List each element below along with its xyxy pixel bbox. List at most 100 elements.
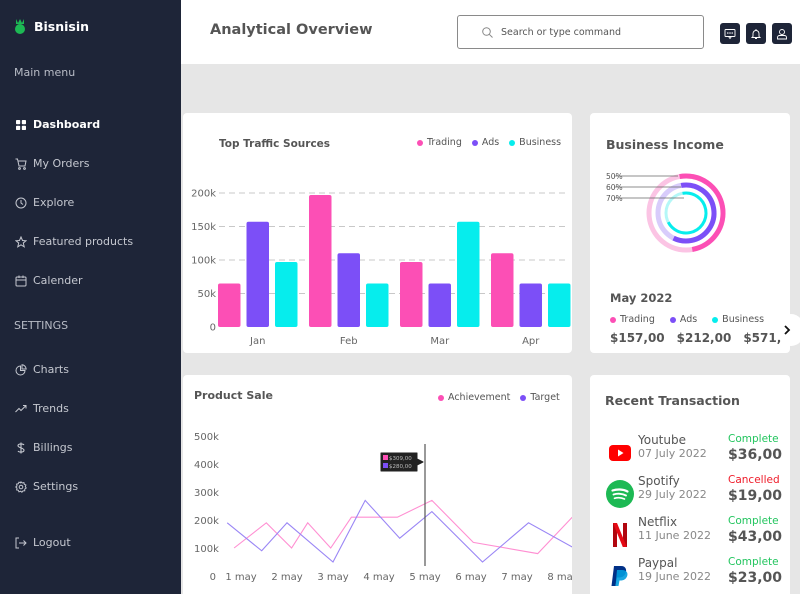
- messages-button[interactable]: [720, 23, 740, 44]
- sidebar-item-featured-products[interactable]: Featured products: [15, 235, 133, 248]
- traffic-bar-chart: 0 50k 100k 150k 200k Jan Feb Mar Apr: [191, 189, 571, 347]
- logout-button[interactable]: Logout: [15, 536, 71, 549]
- ring-label: 50%: [606, 172, 623, 181]
- sidebar: Bisnisin Main menu Dashboard My Orders E…: [0, 0, 181, 594]
- pie-chart-icon: [15, 363, 27, 375]
- bar-ads-jan: [246, 221, 269, 327]
- transaction-row[interactable]: Paypal 19 June 2022 Complete $23,00: [606, 556, 786, 592]
- tooltip-value: $309,00: [389, 456, 412, 462]
- x-tick-label: 4 may: [363, 572, 394, 583]
- youtube-logo-icon: [606, 439, 634, 467]
- legend-item-trading: Trading: [610, 314, 655, 325]
- y-tick-label: 200k: [194, 516, 219, 527]
- sidebar-item-charts[interactable]: Charts: [15, 363, 69, 376]
- transaction-name: Spotify: [638, 474, 680, 488]
- transaction-status: Complete: [728, 515, 779, 527]
- transaction-row[interactable]: Youtube 07 July 2022 Complete $36,00: [606, 433, 786, 469]
- x-tick-label: Apr: [522, 336, 540, 347]
- bar-ads-mar: [428, 283, 451, 327]
- search-box[interactable]: [457, 15, 704, 49]
- calendar-icon: [15, 275, 27, 286]
- bell-icon: [750, 28, 762, 39]
- next-button[interactable]: [777, 314, 800, 346]
- main-menu-label: Main menu: [14, 66, 76, 79]
- sidebar-item-label: Dashboard: [33, 118, 101, 131]
- bar-trading-feb: [309, 195, 332, 327]
- legend-label: Business: [722, 314, 765, 325]
- transaction-status: Cancelled: [728, 474, 780, 486]
- sidebar-item-settings[interactable]: Settings: [15, 480, 78, 493]
- bar-business-apr: [548, 283, 571, 327]
- search-icon: [482, 26, 493, 38]
- logout-icon: [15, 537, 27, 548]
- income-value-trading: $157,00: [610, 331, 665, 345]
- tooltip-value: $280,00: [389, 464, 412, 470]
- product-sale-line-chart: 0 100k 200k 300k 400k 500k 1 may 2 may 3 may 4 ma…: [194, 432, 572, 583]
- x-tick-label: Feb: [340, 336, 358, 347]
- y-tick-label: 150k: [191, 222, 216, 233]
- sidebar-item-trends[interactable]: Trends: [15, 402, 69, 415]
- grid-icon: [16, 119, 26, 130]
- gear-icon: [15, 480, 27, 493]
- sidebar-item-label: Featured products: [33, 235, 134, 248]
- y-tick-label: 50k: [197, 289, 216, 300]
- bar-trading-apr: [491, 253, 514, 327]
- x-tick-label: 8 may: [547, 572, 572, 583]
- top-bar: Analytical Overview: [181, 0, 800, 64]
- netflix-logo-icon: [606, 521, 634, 549]
- x-tick-label: 3 may: [317, 572, 348, 583]
- search-input[interactable]: [501, 26, 681, 38]
- transaction-name: Netflix: [638, 515, 678, 529]
- income-values: $157,00 $212,00 $571,00: [610, 331, 798, 345]
- business-income-card: Business Income 50% 60% 70% May 2022 Tradi…: [590, 113, 798, 353]
- line-target: [226, 499, 572, 563]
- spotify-logo-icon: [606, 480, 634, 508]
- profile-button[interactable]: [772, 23, 792, 44]
- clock-icon: [15, 197, 27, 208]
- ring-arc-ads: [655, 182, 717, 244]
- settings-section-label: SETTINGS: [14, 319, 69, 332]
- transaction-row[interactable]: Spotify 29 July 2022 Cancelled $19,00: [606, 474, 786, 510]
- transaction-date: 29 July 2022: [638, 488, 707, 501]
- y-tick-label: 0: [210, 323, 216, 334]
- transaction-row[interactable]: Netflix 11 June 2022 Complete $43,00: [606, 515, 786, 551]
- legend-label: Trading: [620, 314, 655, 325]
- sidebar-item-explore[interactable]: Explore: [15, 196, 74, 209]
- sidebar-item-my-orders[interactable]: My Orders: [15, 157, 90, 170]
- brand[interactable]: Bisnisin: [14, 18, 89, 34]
- ring-label: 70%: [606, 194, 623, 203]
- y-tick-label: 200k: [191, 189, 216, 200]
- y-tick-label: 100k: [191, 256, 216, 267]
- transaction-status: Complete: [728, 433, 779, 445]
- paypal-logo-icon: [606, 562, 634, 590]
- x-tick-label: Jan: [249, 336, 265, 347]
- ring-label: 60%: [606, 183, 623, 192]
- sidebar-item-billings[interactable]: Billings: [15, 441, 72, 454]
- brand-logo-icon: [15, 19, 25, 34]
- product-sale-card: Product Sale Achievement Target 0 100k 200…: [183, 375, 572, 594]
- y-tick-label: 400k: [194, 460, 219, 471]
- chevron-right-icon: [784, 325, 791, 335]
- income-legend: Trading Ads Business: [610, 314, 764, 325]
- sidebar-item-dashboard[interactable]: Dashboard: [15, 118, 100, 131]
- traffic-sources-card: Top Traffic Sources Trading Ads Business…: [183, 113, 572, 353]
- legend-dot: [669, 316, 676, 323]
- sidebar-item-label: My Orders: [33, 157, 90, 170]
- tooltip-swatch-target: [383, 463, 388, 468]
- y-tick-label: 500k: [194, 432, 219, 443]
- chart-tooltip: $309,00 $280,00: [380, 452, 424, 472]
- transaction-status: Complete: [728, 556, 779, 568]
- x-tick-label: Mar: [430, 336, 450, 347]
- income-value-ads: $212,00: [676, 331, 732, 345]
- page-title: Analytical Overview: [210, 22, 373, 38]
- bar-business-jan: [275, 262, 298, 327]
- sidebar-item-label: Billings: [33, 441, 73, 454]
- sidebar-item-calender[interactable]: Calender: [15, 274, 83, 287]
- notifications-button[interactable]: [746, 23, 766, 44]
- card-title: Recent Transaction: [605, 393, 740, 408]
- transaction-amount: $23,00: [728, 570, 783, 586]
- transaction-name: Youtube: [638, 433, 686, 447]
- transaction-date: 11 June 2022: [638, 529, 711, 542]
- ring-arc-business: [664, 191, 708, 235]
- bar-business-feb: [366, 283, 389, 327]
